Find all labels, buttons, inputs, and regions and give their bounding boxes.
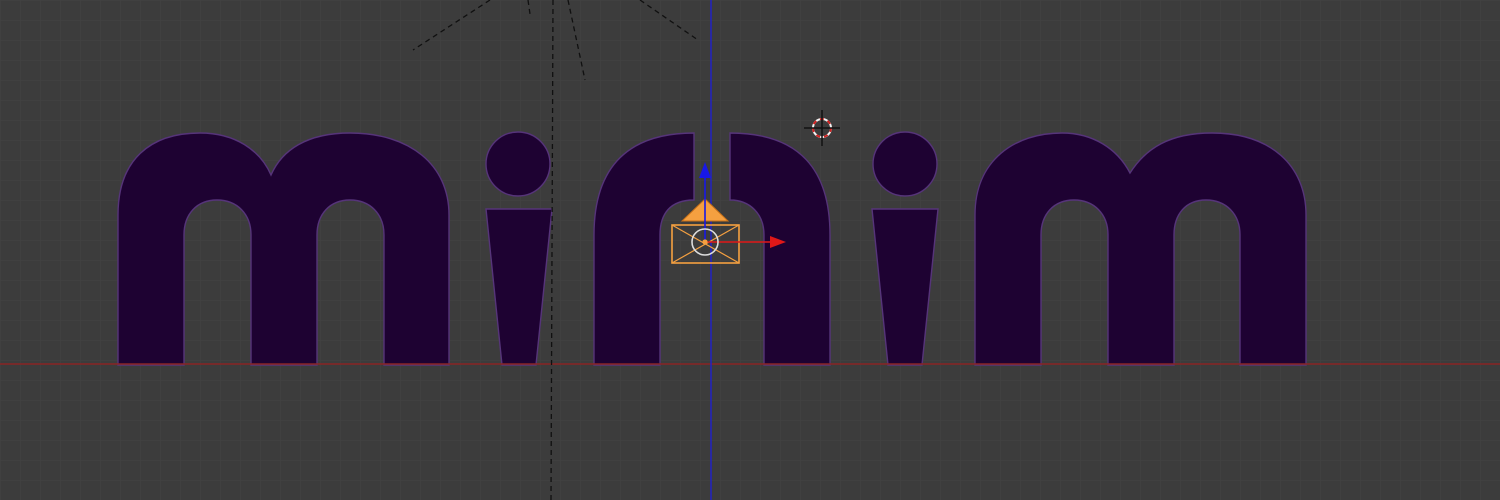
glyph-m-1 xyxy=(117,132,450,366)
gizmo-origin-dot xyxy=(702,239,708,245)
glyph-i-2-dot xyxy=(872,131,938,197)
glyph-m-2 xyxy=(974,132,1307,366)
glyph-i-1-dot xyxy=(485,131,551,197)
3d-viewport[interactable] xyxy=(0,0,1500,500)
